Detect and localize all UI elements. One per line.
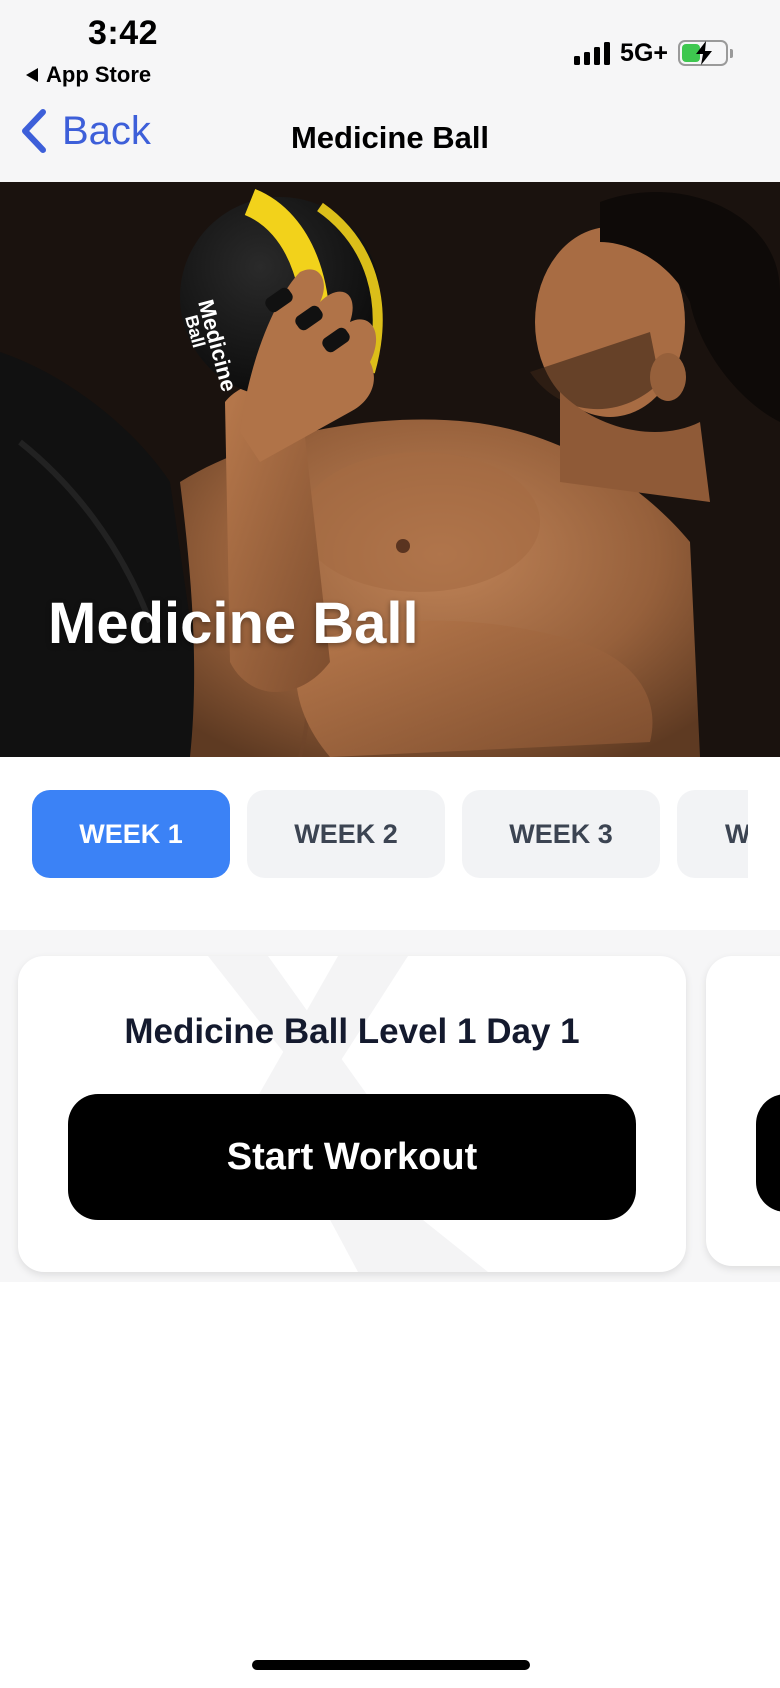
back-to-app-label: App Store: [46, 62, 152, 87]
tab-week-2[interactable]: WEEK 2: [247, 790, 445, 878]
hero-photo: Medicine Ball: [0, 182, 780, 757]
network-type: 5G+: [620, 38, 668, 67]
home-indicator[interactable]: [252, 1660, 530, 1670]
back-to-app-store[interactable]: App Store: [26, 60, 151, 90]
workout-title: Medicine Ball Level 1 Day 1: [124, 1012, 580, 1051]
tab-week-4[interactable]: W: [677, 790, 748, 878]
cellular-signal-icon: [574, 41, 611, 65]
workout-card: Medicine Ball Level 1 Day 1 Start Workou…: [18, 956, 686, 1272]
header-area: 3:42 App Store 5G+ Back Medicine Ball: [0, 0, 780, 182]
tab-week-1[interactable]: WEEK 1: [32, 790, 230, 878]
week-tabs: WEEK 1 WEEK 2 WEEK 3 W: [32, 790, 748, 878]
status-indicators: 5G+: [574, 36, 733, 70]
start-workout-button[interactable]: Start Workout: [68, 1094, 636, 1220]
next-workout-card[interactable]: [706, 956, 780, 1266]
app-screen: 3:42 App Store 5G+ Back Medicine Ball Me…: [0, 0, 780, 1688]
next-start-button[interactable]: [756, 1094, 780, 1212]
hero-title: Medicine Ball: [48, 591, 419, 656]
charging-bolt-icon: [696, 41, 712, 65]
back-triangle-icon: [26, 68, 38, 82]
hero-banner: Medicine Ball Medicine Ball: [0, 182, 780, 757]
status-time: 3:42: [88, 14, 159, 52]
battery-icon: [678, 40, 733, 66]
page-title: Medicine Ball: [290, 120, 490, 155]
tab-week-3[interactable]: WEEK 3: [462, 790, 660, 878]
battery-cap: [730, 49, 733, 58]
